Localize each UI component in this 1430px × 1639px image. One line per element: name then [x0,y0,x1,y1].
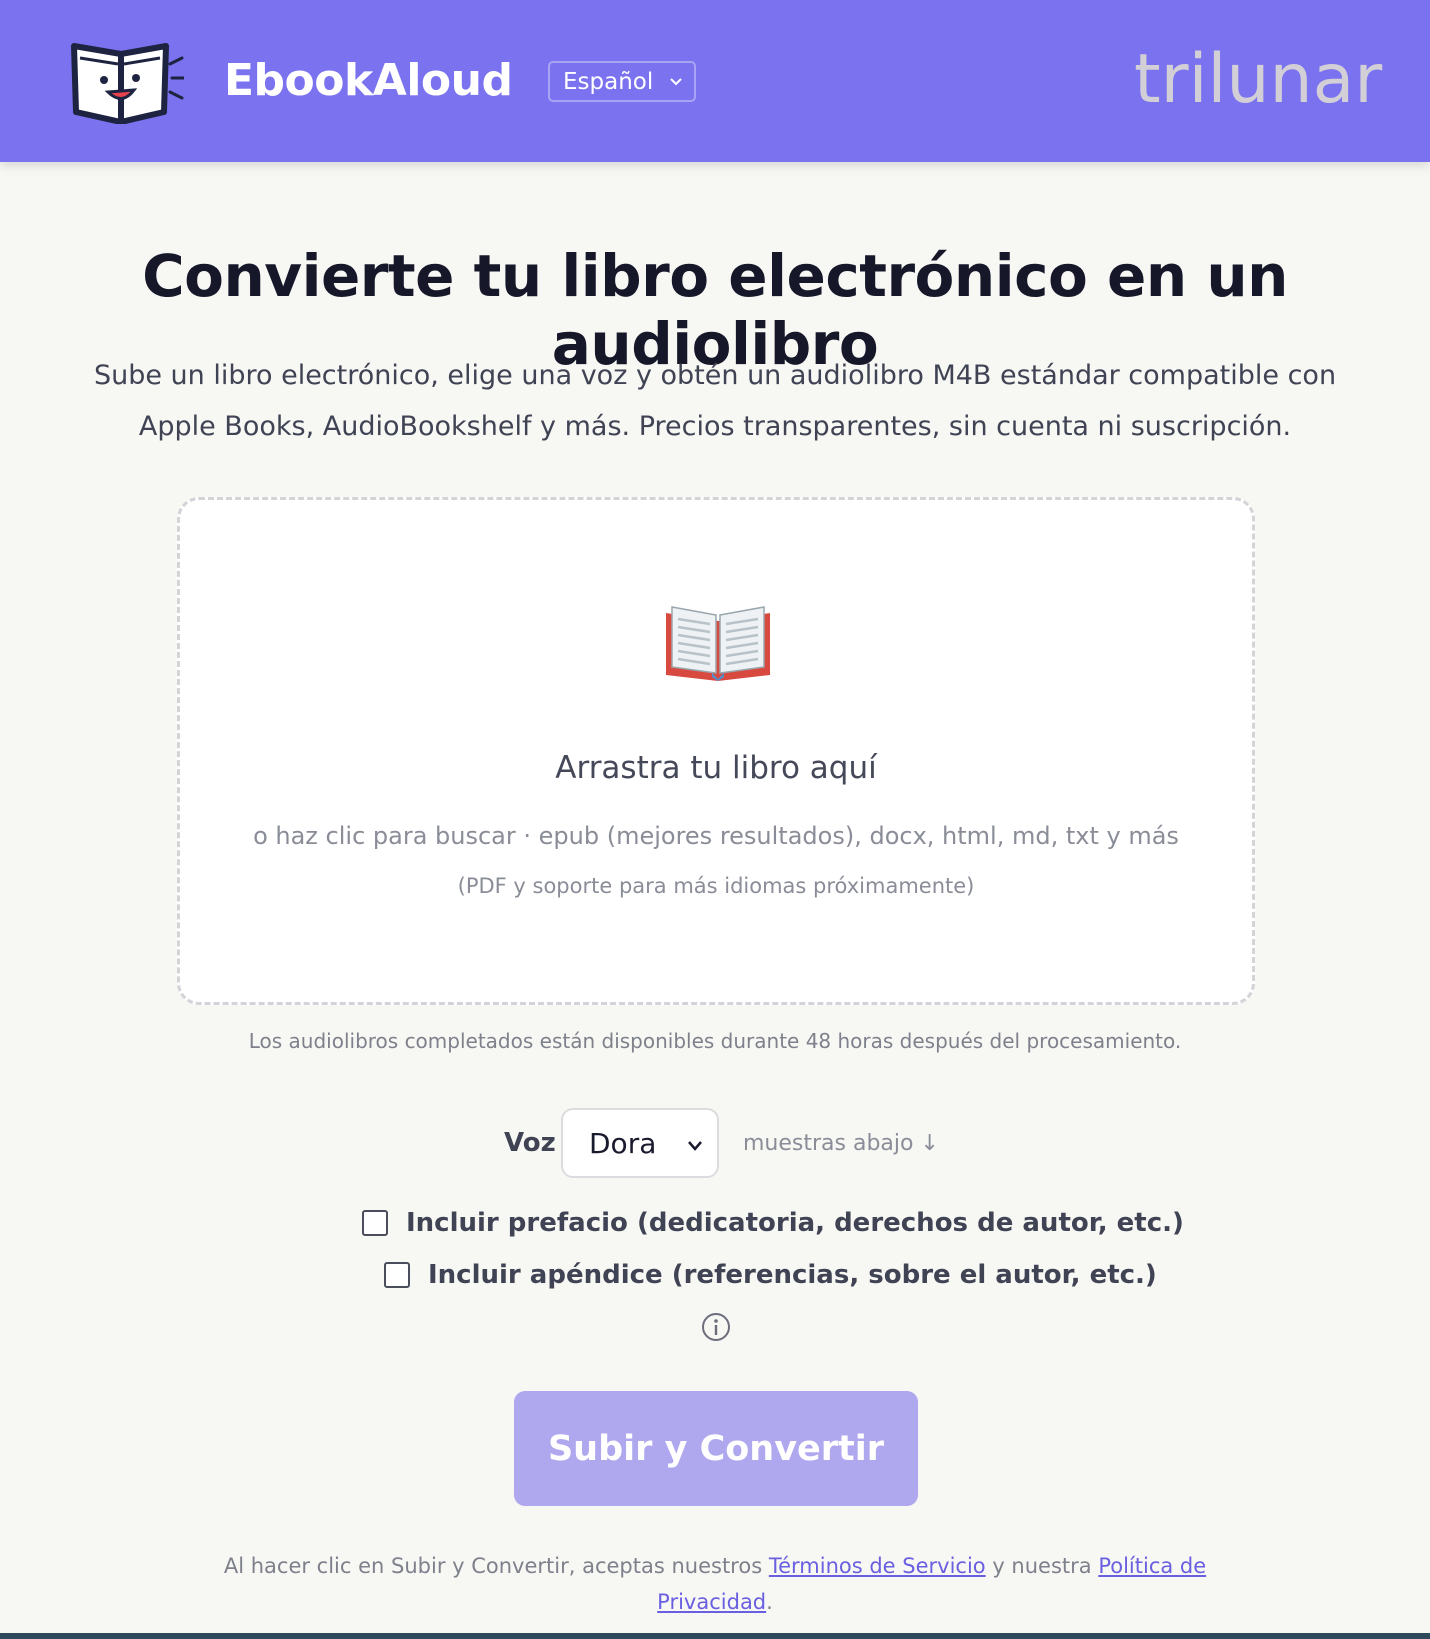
footer-edge [0,1633,1430,1639]
dropzone-formats: o haz clic para buscar · epub (mejores r… [253,822,1179,850]
upload-convert-button[interactable]: Subir y Convertir [514,1391,918,1506]
open-book-icon [666,606,770,681]
chevron-down-icon [670,78,682,86]
include-preface-label: Incluir prefacio (dedicatoria, derechos … [406,1208,1184,1238]
language-selected-value: Español [563,68,654,95]
voice-label: Voz [504,1128,556,1158]
chevron-down-icon [688,1141,702,1151]
dropzone-title: Arrastra tu libro aquí [555,750,877,786]
voice-samples-link[interactable]: muestras abajo ↓ [743,1131,939,1156]
include-appendix-option[interactable]: Incluir apéndice (referencias, sobre el … [384,1260,1157,1290]
file-dropzone[interactable]: Arrastra tu libro aquí o haz clic para b… [177,497,1255,1005]
language-select[interactable]: Español [548,61,696,102]
legal-middle: y nuestra [985,1554,1099,1578]
partner-logo[interactable]: trilunar [1134,40,1382,119]
dropzone-note: (PDF y soporte para más idiomas próximam… [457,874,975,898]
page-subtitle: Sube un libro electrónico, elige una voz… [93,360,1337,442]
legal-prefix: Al hacer clic en Subir y Convertir, acep… [223,1554,769,1578]
info-icon[interactable] [701,1312,731,1342]
legal-notice: Al hacer clic en Subir y Convertir, acep… [200,1548,1230,1620]
include-appendix-checkbox[interactable] [384,1262,410,1288]
voice-selected-value: Dora [589,1126,657,1160]
site-header: EbookAloud Español trilunar [0,0,1430,162]
terms-of-service-link[interactable]: Términos de Servicio [769,1554,986,1578]
availability-note: Los audiolibros completados están dispon… [248,1029,1182,1053]
include-preface-option[interactable]: Incluir prefacio (dedicatoria, derechos … [362,1208,1184,1238]
legal-suffix: . [766,1590,773,1614]
include-preface-checkbox[interactable] [362,1210,388,1236]
voice-select[interactable]: Dora [561,1108,719,1178]
include-appendix-label: Incluir apéndice (referencias, sobre el … [428,1260,1157,1290]
brand-name[interactable]: EbookAloud [224,55,513,106]
book-mascot-icon[interactable] [66,40,184,124]
